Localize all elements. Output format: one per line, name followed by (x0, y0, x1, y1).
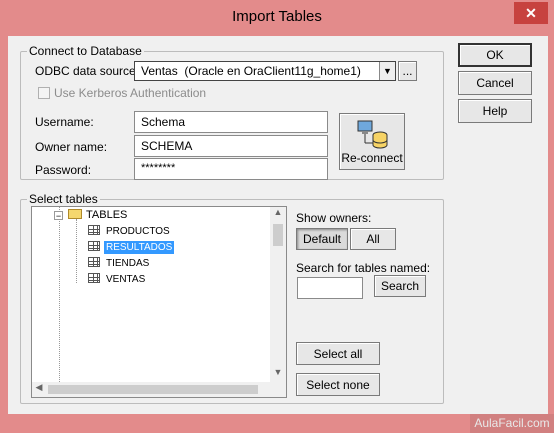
tree-item-label: TIENDAS (106, 258, 150, 269)
tree-guide-line (76, 219, 77, 283)
odbc-select-value: Ventas (Oracle en OraClient11g_home1) (141, 64, 361, 78)
odbc-label: ODBC data source: (35, 64, 140, 78)
tree-item-label: PRODUCTOS (106, 226, 170, 237)
watermark: AulaFacil.com (470, 414, 554, 433)
help-button[interactable]: Help (458, 99, 532, 123)
scroll-up-icon[interactable]: ▲ (270, 207, 286, 221)
scroll-left-icon[interactable]: ◀ (32, 382, 46, 397)
collapse-icon[interactable]: − (54, 211, 63, 221)
import-tables-window: Import Tables ✕ Connect to Database ODBC… (0, 0, 554, 433)
tables-tree[interactable]: − TABLES PRODUCTOS RESULTADOS TIENDAS VE… (31, 206, 287, 398)
ok-button[interactable]: OK (458, 43, 532, 67)
table-icon (88, 257, 100, 267)
username-input[interactable]: Schema (134, 111, 328, 133)
search-button[interactable]: Search (374, 275, 426, 297)
username-label: Username: (35, 115, 94, 129)
scroll-thumb[interactable] (273, 224, 283, 246)
close-button[interactable]: ✕ (514, 2, 548, 24)
tree-item[interactable]: TIENDAS (80, 257, 270, 271)
password-label: Password: (35, 163, 92, 177)
select-none-button[interactable]: Select none (296, 373, 380, 396)
window-title: Import Tables (232, 8, 322, 25)
scroll-down-icon[interactable]: ▼ (270, 367, 286, 381)
show-owners-label: Show owners: (296, 211, 372, 225)
table-icon (88, 225, 100, 235)
odbc-select[interactable]: Ventas (Oracle en OraClient11g_home1) ▼ (134, 61, 396, 81)
folder-icon (68, 209, 82, 219)
search-input[interactable] (297, 277, 363, 299)
tree-item-label-selected: RESULTADOS (104, 241, 175, 254)
tree-guide-line (59, 207, 60, 382)
tree-root-label: TABLES (86, 209, 128, 221)
scroll-corner (270, 382, 286, 397)
kerberos-checkbox[interactable] (38, 87, 50, 99)
owner-label: Owner name: (35, 140, 108, 154)
tree-item[interactable]: PRODUCTOS (80, 225, 270, 239)
browse-button[interactable]: ... (398, 61, 417, 81)
title-bar[interactable]: Import Tables ✕ (0, 0, 554, 36)
cancel-button[interactable]: Cancel (458, 71, 532, 95)
select-tables-group-label: Select tables (27, 192, 100, 206)
password-input[interactable]: ******** (134, 158, 328, 180)
reconnect-label: Re-connect (341, 150, 403, 165)
scroll-thumb-horizontal[interactable] (48, 385, 258, 394)
tree-item[interactable]: RESULTADOS (80, 241, 270, 255)
default-owners-button[interactable]: Default (296, 228, 348, 250)
tree-content: − TABLES PRODUCTOS RESULTADOS TIENDAS VE… (32, 207, 270, 382)
kerberos-label: Use Kerberos Authentication (54, 86, 207, 100)
reconnect-button[interactable]: Re-connect (339, 113, 405, 170)
table-icon (88, 241, 100, 251)
tree-vertical-scrollbar[interactable]: ▲ ▼ (270, 207, 286, 382)
select-all-button[interactable]: Select all (296, 342, 380, 365)
all-owners-button[interactable]: All (350, 228, 396, 250)
dialog-body: Connect to Database ODBC data source: Ve… (8, 36, 548, 414)
tree-item-label: VENTAS (106, 274, 146, 285)
search-label: Search for tables named: (296, 261, 431, 275)
table-icon (88, 273, 100, 283)
database-connect-icon (357, 120, 388, 148)
owner-input[interactable]: SCHEMA (134, 135, 328, 157)
tree-item[interactable]: VENTAS (80, 273, 270, 287)
chevron-down-icon[interactable]: ▼ (379, 62, 395, 80)
tree-horizontal-scrollbar[interactable]: ◀ (32, 382, 270, 397)
connect-group-label: Connect to Database (27, 44, 144, 58)
